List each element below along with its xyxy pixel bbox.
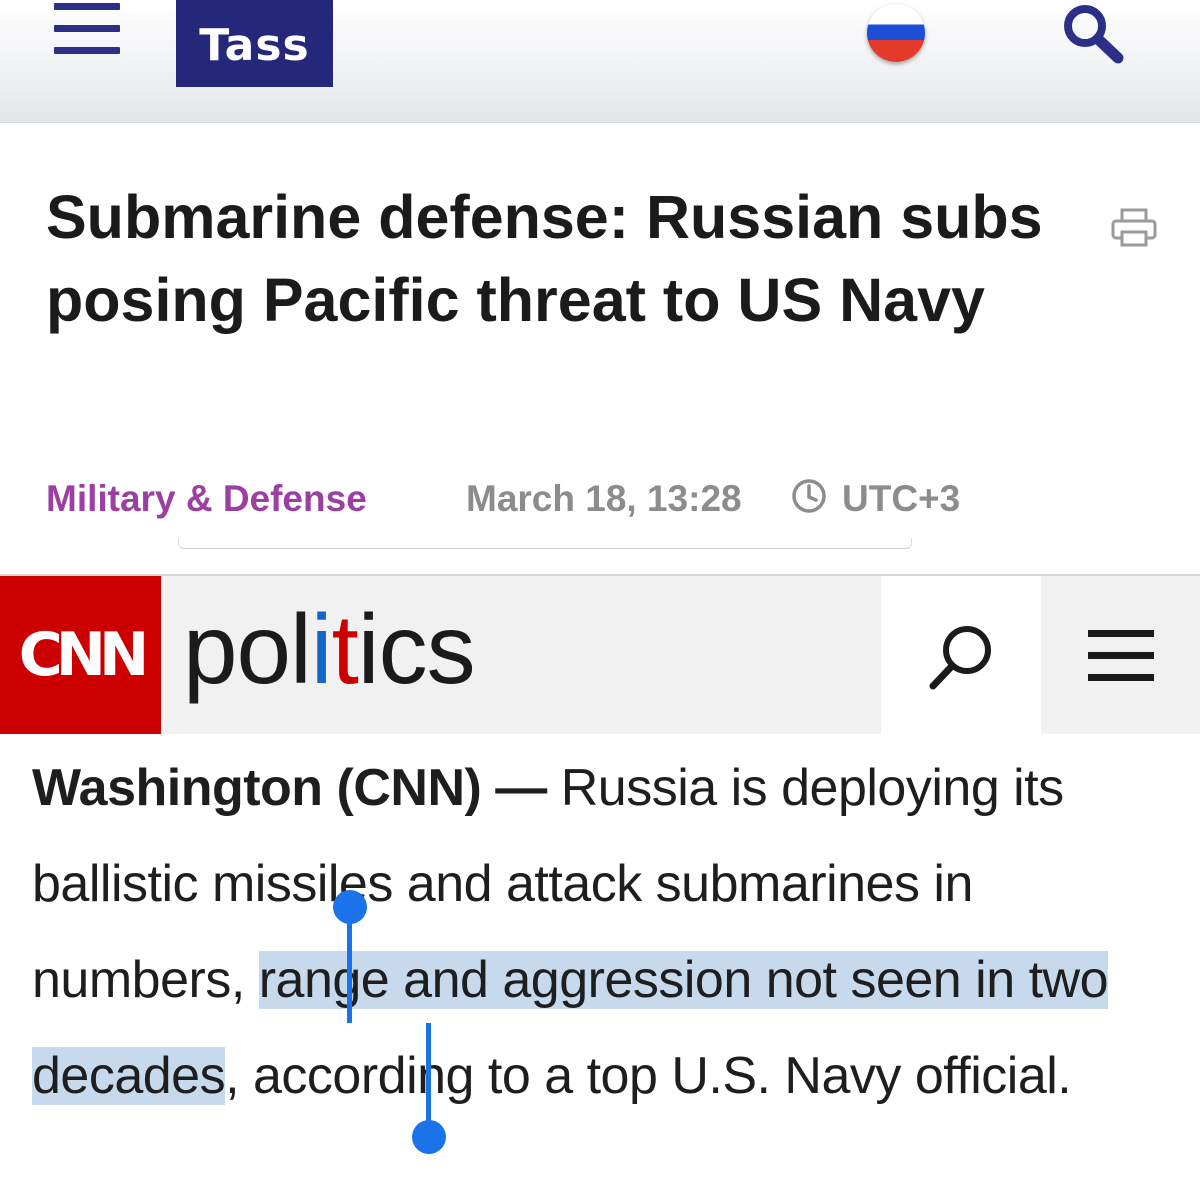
search-icon[interactable] xyxy=(1058,2,1128,64)
article-paragraph[interactable]: Washington (CNN) — Russia is deploying i… xyxy=(32,740,1182,1124)
divider xyxy=(178,538,912,549)
selection-start-handle[interactable] xyxy=(333,890,367,924)
selection-end-handle[interactable] xyxy=(412,1120,446,1154)
publish-date: March 18, 13:28 xyxy=(466,478,742,519)
tass-header: Tass xyxy=(0,0,1200,123)
russian-flag-icon[interactable] xyxy=(867,4,925,62)
article-meta: Military & Defense March 18, 13:28 UTC+3 xyxy=(46,478,1186,524)
section-title-part: pol xyxy=(183,594,312,704)
search-icon xyxy=(929,626,991,690)
category-link[interactable]: Military & Defense xyxy=(46,478,367,520)
section-title-part: i xyxy=(310,594,333,704)
tass-logo[interactable]: Tass xyxy=(176,0,333,87)
article-title: Submarine defense: Russian subs posing P… xyxy=(46,183,1043,334)
section-title-part: t xyxy=(331,594,359,704)
printer-icon[interactable] xyxy=(1110,208,1158,248)
hamburger-menu-icon[interactable] xyxy=(1088,630,1154,682)
section-title-part: ics xyxy=(357,594,476,704)
dateline: Washington (CNN) xyxy=(32,759,482,817)
dateline-dash: — xyxy=(481,759,561,817)
timezone-label: UTC+3 xyxy=(842,478,961,519)
search-button[interactable] xyxy=(881,576,1041,734)
cnn-header: CNN politics xyxy=(0,576,1200,734)
hamburger-menu-icon[interactable] xyxy=(54,3,120,57)
paragraph-text: , according to a top U.S. Navy official. xyxy=(225,1047,1072,1105)
cnn-logo[interactable]: CNN xyxy=(0,576,161,734)
section-title[interactable]: politics xyxy=(183,584,476,714)
clock-icon xyxy=(792,479,826,513)
